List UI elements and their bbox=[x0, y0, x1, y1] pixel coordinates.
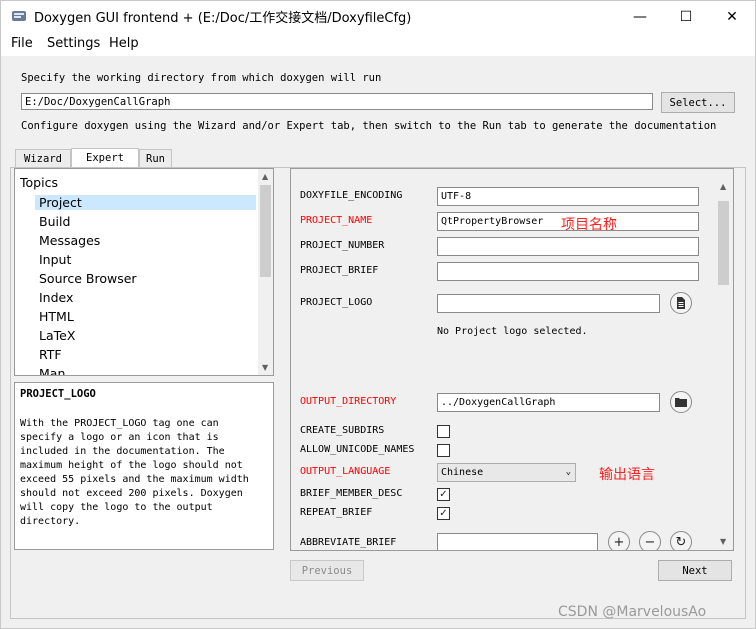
label-doxyfile-encoding: DOXYFILE_ENCODING bbox=[300, 190, 403, 201]
annotation-project-name: 项目名称 bbox=[561, 217, 617, 233]
title-bar: Doxygen GUI frontend + (E:/Doc/工作交接文档/Do… bbox=[1, 1, 755, 32]
help-panel: PROJECT_LOGO With the PROJECT_LOGO tag o… bbox=[14, 382, 274, 550]
project-number-input[interactable] bbox=[437, 237, 699, 256]
browse-file-button[interactable] bbox=[670, 292, 692, 314]
topics-list: Topics Project Build Messages Input Sour… bbox=[14, 168, 274, 376]
label-abbreviate-brief: ABBREVIATE_BRIEF bbox=[300, 537, 397, 548]
menu-file[interactable]: File bbox=[11, 36, 33, 51]
plus-icon: + bbox=[613, 534, 625, 550]
label-project-number: PROJECT_NUMBER bbox=[300, 240, 385, 251]
create-subdirs-checkbox[interactable] bbox=[437, 425, 450, 438]
topics-scroll-thumb[interactable] bbox=[260, 185, 271, 277]
abbreviate-brief-input[interactable] bbox=[437, 533, 598, 550]
tab-run[interactable]: Run bbox=[139, 149, 172, 167]
label-output-directory: OUTPUT_DIRECTORY bbox=[300, 396, 397, 407]
tab-expert[interactable]: Expert bbox=[71, 148, 139, 167]
topic-item-latex[interactable]: LaTeX bbox=[39, 328, 75, 343]
add-item-button[interactable]: + bbox=[608, 531, 630, 550]
scroll-down-arrow-icon[interactable]: ▼ bbox=[262, 363, 268, 372]
refresh-icon: ↻ bbox=[675, 534, 687, 550]
scroll-down-arrow-icon[interactable]: ▼ bbox=[720, 537, 726, 546]
browse-folder-button[interactable] bbox=[670, 391, 692, 413]
repeat-brief-checkbox[interactable]: ✓ bbox=[437, 507, 450, 520]
output-language-value: Chinese bbox=[441, 467, 484, 478]
app-window: Doxygen GUI frontend + (E:/Doc/工作交接文档/Do… bbox=[0, 0, 756, 629]
workdir-label: Specify the working directory from which… bbox=[21, 72, 382, 84]
brief-member-desc-checkbox[interactable]: ✓ bbox=[437, 488, 450, 501]
menu-bar: File Settings Help bbox=[1, 32, 755, 56]
file-icon bbox=[677, 297, 685, 309]
minimize-button[interactable]: — bbox=[617, 1, 663, 32]
label-brief-member-desc: BRIEF_MEMBER_DESC bbox=[300, 488, 403, 499]
help-title: PROJECT_LOGO bbox=[20, 388, 96, 400]
tab-wizard[interactable]: Wizard bbox=[15, 149, 71, 167]
label-project-logo: PROJECT_LOGO bbox=[300, 297, 373, 308]
workdir-hint: Configure doxygen using the Wizard and/o… bbox=[21, 120, 717, 132]
folder-icon bbox=[675, 398, 687, 407]
doxygen-app-icon bbox=[12, 11, 26, 21]
label-create-subdirs: CREATE_SUBDIRS bbox=[300, 425, 385, 436]
topic-item-html[interactable]: HTML bbox=[39, 309, 74, 324]
annotation-output-language: 输出语言 bbox=[599, 467, 655, 483]
topic-item-project[interactable]: Project bbox=[35, 195, 256, 210]
workdir-input[interactable]: E:/Doc/DoxygenCallGraph bbox=[21, 93, 653, 110]
topic-item-rtf[interactable]: RTF bbox=[39, 347, 62, 362]
topics-title: Topics bbox=[20, 175, 58, 190]
watermark: CSDN @MarvelousAo bbox=[558, 604, 707, 620]
remove-item-button[interactable]: − bbox=[639, 531, 661, 550]
topic-item-build[interactable]: Build bbox=[39, 214, 70, 229]
label-output-language: OUTPUT_LANGUAGE bbox=[300, 466, 391, 477]
form-scroll-thumb[interactable] bbox=[718, 201, 729, 285]
previous-button[interactable]: Previous bbox=[290, 560, 364, 581]
label-project-brief: PROJECT_BRIEF bbox=[300, 265, 379, 276]
topic-item-index[interactable]: Index bbox=[39, 290, 73, 305]
topic-item-source-browser[interactable]: Source Browser bbox=[39, 271, 137, 286]
scroll-up-arrow-icon[interactable]: ▲ bbox=[262, 172, 268, 181]
project-brief-input[interactable] bbox=[437, 262, 699, 281]
check-icon: ✓ bbox=[439, 489, 448, 500]
chevron-down-icon: ⌄ bbox=[565, 467, 571, 477]
output-language-select[interactable]: Chinese ⌄ bbox=[437, 463, 576, 482]
label-allow-unicode-names: ALLOW_UNICODE_NAMES bbox=[300, 444, 415, 455]
label-project-name: PROJECT_NAME bbox=[300, 215, 373, 226]
reset-button[interactable]: ↻ bbox=[670, 531, 692, 550]
maximize-button[interactable]: ☐ bbox=[663, 1, 709, 32]
check-icon: ✓ bbox=[439, 508, 448, 519]
topic-item-man[interactable]: Man bbox=[39, 366, 65, 375]
topic-item-input[interactable]: Input bbox=[39, 252, 71, 267]
scroll-up-arrow-icon[interactable]: ▲ bbox=[720, 182, 726, 191]
menu-settings[interactable]: Settings bbox=[47, 36, 100, 51]
window-title: Doxygen GUI frontend + (E:/Doc/工作交接文档/Do… bbox=[34, 11, 412, 26]
form-scrollbar[interactable]: ▲ ▼ bbox=[716, 179, 731, 549]
close-button[interactable]: ✕ bbox=[709, 1, 755, 32]
topics-scrollbar[interactable]: ▲ ▼ bbox=[258, 169, 273, 375]
project-logo-input[interactable] bbox=[437, 294, 660, 313]
label-repeat-brief: REPEAT_BRIEF bbox=[300, 507, 373, 518]
project-logo-status: No Project logo selected. bbox=[437, 326, 588, 337]
allow-unicode-names-checkbox[interactable] bbox=[437, 444, 450, 457]
output-directory-input[interactable]: ../DoxygenCallGraph bbox=[437, 393, 660, 412]
topic-item-messages[interactable]: Messages bbox=[39, 233, 100, 248]
menu-help[interactable]: Help bbox=[109, 36, 139, 51]
select-workdir-button[interactable]: Select... bbox=[661, 92, 735, 113]
help-text: With the PROJECT_LOGO tag one can specif… bbox=[20, 418, 249, 527]
minus-icon: − bbox=[644, 534, 656, 550]
doxyfile-encoding-input[interactable]: UTF-8 bbox=[437, 187, 699, 206]
settings-form: DOXYFILE_ENCODING UTF-8 PROJECT_NAME QtP… bbox=[292, 178, 712, 550]
next-button[interactable]: Next bbox=[658, 560, 732, 581]
